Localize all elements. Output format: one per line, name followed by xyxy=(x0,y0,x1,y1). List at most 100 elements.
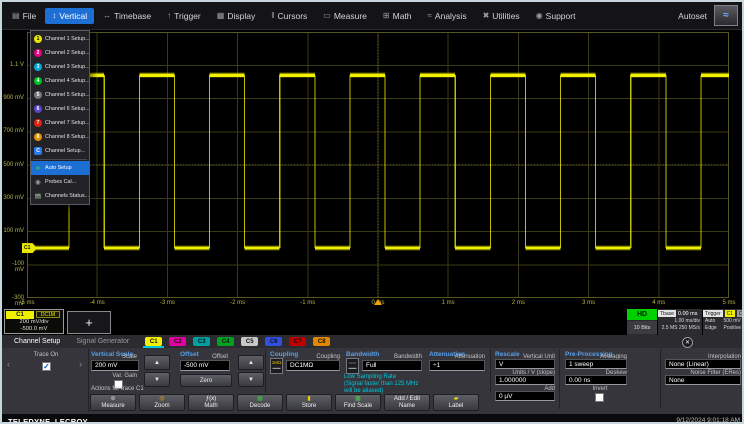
timebase-box[interactable]: Tbase 0.00 ms 1.00 ms/div 2.5 MS 250 MS/… xyxy=(658,309,702,335)
units-per-v-field[interactable]: 1.000000 xyxy=(495,375,555,385)
action-store[interactable]: ▮Store xyxy=(286,394,332,411)
channel-chip-c3[interactable]: C3 xyxy=(193,337,210,346)
tab-signal-generator[interactable]: Signal Generator xyxy=(76,338,129,345)
averaging-field[interactable]: 1 sweep xyxy=(565,359,627,369)
offset-up-button[interactable]: ▲ xyxy=(238,355,264,370)
actions-label: Actions for trace C1 xyxy=(91,386,144,392)
menu-analysis[interactable]: ≈Analysis xyxy=(421,8,474,24)
menu-item-channel-8-setup[interactable]: 8Channel 8 Setup... xyxy=(31,130,89,144)
sampling-warning-line2: (Signal faster than 125 MHz xyxy=(344,381,418,388)
tab-channel-setup[interactable]: Channel Setup xyxy=(14,338,60,345)
channel-badge-icon: 6 xyxy=(34,105,42,113)
next-trace-arrow[interactable]: › xyxy=(79,359,82,369)
timebase-icon: ↔ xyxy=(103,11,111,20)
menu-item-channel-1-setup[interactable]: 1Channel 1 Setup... xyxy=(31,32,89,46)
menu-vertical[interactable]: ↕Vertical xyxy=(45,8,94,24)
acquisition-mode-box[interactable]: HD 10 Bits xyxy=(627,309,657,335)
channel-chip-c6[interactable]: C6 xyxy=(265,337,282,346)
action-decode[interactable]: ▦Decode xyxy=(237,394,283,411)
action-math[interactable]: ƒ(x)Math xyxy=(188,394,234,411)
prev-trace-arrow[interactable]: ‹ xyxy=(7,359,10,369)
waveform-grid[interactable] xyxy=(27,32,729,298)
channel-badge-icon: 2 xyxy=(34,49,42,57)
channel-chip-c7[interactable]: C7 xyxy=(289,337,306,346)
sampling-warning-line1: Low Sampling Rate xyxy=(344,374,396,381)
menu-item-channel-2-setup[interactable]: 2Channel 2 Setup... xyxy=(31,46,89,60)
descriptor-offset: -500.0 mV xyxy=(5,326,63,333)
descriptor-coupling-chip: DC1M xyxy=(36,311,60,318)
action-find-scale[interactable]: ▩Find Scale xyxy=(335,394,381,411)
offset-down-button[interactable]: ▼ xyxy=(238,372,264,387)
channel-badge-icon: C xyxy=(34,147,42,155)
interpolation-field[interactable]: None (Linear) xyxy=(665,359,741,369)
channel-chip-c1[interactable]: C1 xyxy=(145,337,162,346)
menu-item-channel-6-setup[interactable]: 6Channel 6 Setup... xyxy=(31,102,89,116)
menu-item-label: Channel 4 Setup... xyxy=(45,78,89,84)
action-measure[interactable]: ⊕Measure xyxy=(90,394,136,411)
add-trace-button[interactable]: + xyxy=(67,311,111,334)
menu-label: Timebase xyxy=(114,11,151,21)
channel-chip-c5[interactable]: C5 xyxy=(241,337,258,346)
deskew-field[interactable]: 0.00 ns xyxy=(565,375,627,385)
x-axis-label: -1 ms xyxy=(293,300,323,306)
x-axis-label: -5 ms xyxy=(12,300,42,306)
menu-support[interactable]: ◉Support xyxy=(529,8,583,24)
action-label[interactable]: ▰Label xyxy=(433,394,479,411)
scale-down-button[interactable]: ▼ xyxy=(144,372,170,387)
menu-item-channel-setup[interactable]: CChannel Setup... xyxy=(31,144,89,158)
channel-badge-icon: 5 xyxy=(34,91,42,99)
action-label: Zoom xyxy=(154,403,169,410)
action-add-edit[interactable]: Add / EditName xyxy=(384,394,430,411)
menu-item-channels-status[interactable]: ▤Channels Status... xyxy=(31,189,89,203)
trigger-position-marker[interactable] xyxy=(374,299,382,305)
channel-chip-c2[interactable]: C2 xyxy=(169,337,186,346)
menu-timebase[interactable]: ↔Timebase xyxy=(96,8,158,24)
menu-label: Vertical xyxy=(59,11,87,21)
x-axis-label: 2 ms xyxy=(503,300,533,306)
trace-descriptor-c1[interactable]: C1 DC1M 200 mV/div -500.0 mV xyxy=(4,309,64,334)
menubar: ▤File↕Vertical↔Timebase↑Trigger▦Display‖… xyxy=(2,2,742,30)
menu-item-channel-5-setup[interactable]: 5Channel 5 Setup... xyxy=(31,88,89,102)
menu-item-auto-setup[interactable]: ∗Auto Setup xyxy=(31,161,89,175)
menu-utilities[interactable]: ✖Utilities xyxy=(476,8,527,24)
menu-display[interactable]: ▦Display xyxy=(210,8,262,24)
zero-button[interactable]: Zero xyxy=(180,374,232,387)
offset-field[interactable]: -500 mV xyxy=(180,360,230,371)
invert-checkbox[interactable] xyxy=(595,393,604,402)
menu-trigger[interactable]: ↑Trigger xyxy=(160,8,208,24)
bandwidth-field[interactable]: Full xyxy=(362,360,422,371)
menu-cursors[interactable]: ‖Cursors xyxy=(264,8,314,24)
cursors-icon: ‖ xyxy=(271,11,274,20)
menu-item-channel-3-setup[interactable]: 3Channel 3 Setup... xyxy=(31,60,89,74)
menu-label: Math xyxy=(393,11,412,21)
scale-up-button[interactable]: ▲ xyxy=(144,355,170,370)
action-zoom[interactable]: ◎Zoom xyxy=(139,394,185,411)
noise-filter-field[interactable]: None xyxy=(665,375,741,385)
y-axis-label: 900 mV xyxy=(2,95,24,101)
menu-item-channel-4-setup[interactable]: 4Channel 4 Setup... xyxy=(31,74,89,88)
analysis-icon: ≈ xyxy=(428,11,432,20)
channel-chip-c4[interactable]: C4 xyxy=(217,337,234,346)
scale-field[interactable]: 200 mV xyxy=(91,360,139,371)
menu-label: Utilities xyxy=(492,11,519,21)
x-axis-label: -4 ms xyxy=(82,300,112,306)
attenuation-field[interactable]: ÷1 xyxy=(429,360,485,371)
menu-file[interactable]: ▤File xyxy=(5,8,43,24)
channel-chip-c8[interactable]: C8 xyxy=(313,337,330,346)
coupling-field[interactable]: DC1MΩ xyxy=(286,360,340,371)
divider xyxy=(490,349,491,393)
menu-math[interactable]: ⊞Math xyxy=(376,8,419,24)
menu-label: Trigger xyxy=(174,11,201,21)
trace-on-checkbox[interactable]: ✓ xyxy=(42,362,51,371)
autoset-button[interactable]: Autoset xyxy=(678,11,707,21)
trigger-box[interactable]: Trigger C1 DC Auto 500 mV Edge Positive xyxy=(703,309,744,335)
menu-item-probes-cal[interactable]: ◉Probes Cal... xyxy=(31,175,89,189)
close-panel-button[interactable]: ✕ xyxy=(682,337,693,348)
menu-measure[interactable]: ▭Measure xyxy=(316,8,374,24)
add-field[interactable]: 0 µV xyxy=(495,391,555,401)
menu-item-channel-7-setup[interactable]: 7Channel 7 Setup... xyxy=(31,116,89,130)
menu-label: Measure xyxy=(334,11,367,21)
down-arrow-icon: ▼ xyxy=(154,377,160,383)
vertical-unit-field[interactable]: V xyxy=(495,359,555,369)
menu-item-label: Auto Setup xyxy=(45,165,72,171)
